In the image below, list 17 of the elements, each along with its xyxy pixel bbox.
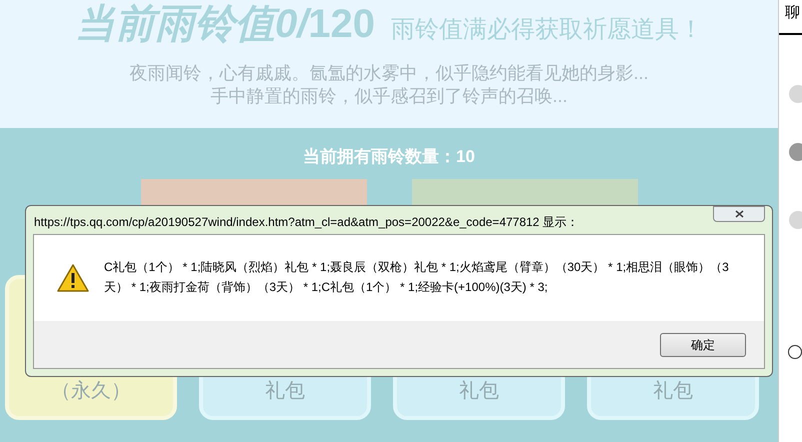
sidebar-title: 聊 <box>785 3 800 23</box>
card-label: 礼包 <box>459 378 499 404</box>
dialog-title: https://tps.qq.com/cp/a20190527wind/index.htm?atm_cl=ad&atm_pos=20022&e_code=477812 显示： <box>34 214 579 230</box>
dialog-message: C礼包（1个） * 1;陆晓风（烈焰）礼包 * 1;聂良辰（双枪）礼包 * 1;火焰鸢尾（臂章）（30天） * 1;相思泪（眼饰）（3天） * 1;夜雨打金荷（背饰）（3天） * 1;C礼包（1个） * 1;经验卡(+100%)(3天) * 3; <box>104 259 730 296</box>
bell-count: 当前拥有雨铃数量：10 <box>303 146 475 168</box>
story-text: 夜雨闻铃，心有戚戚。氤氲的水雾中，似乎隐约能看见她的身影... <box>129 62 648 85</box>
card-label: （永久） <box>51 378 131 404</box>
reward-notice: 雨铃值满必得获取祈愿道具！ <box>391 15 704 45</box>
story-text: 手中静置的雨铃，似乎感召到了铃声的召唤... <box>210 85 568 108</box>
close-icon <box>734 210 744 218</box>
close-button[interactable] <box>713 206 765 222</box>
avatar-icon <box>789 142 802 160</box>
ok-button[interactable]: 确定 <box>660 332 746 356</box>
card-label: 礼包 <box>653 378 693 404</box>
warning-icon <box>56 263 90 293</box>
rain-bell-value: 当前雨铃值0/120 <box>74 1 376 48</box>
card-label: 礼包 <box>265 378 305 404</box>
